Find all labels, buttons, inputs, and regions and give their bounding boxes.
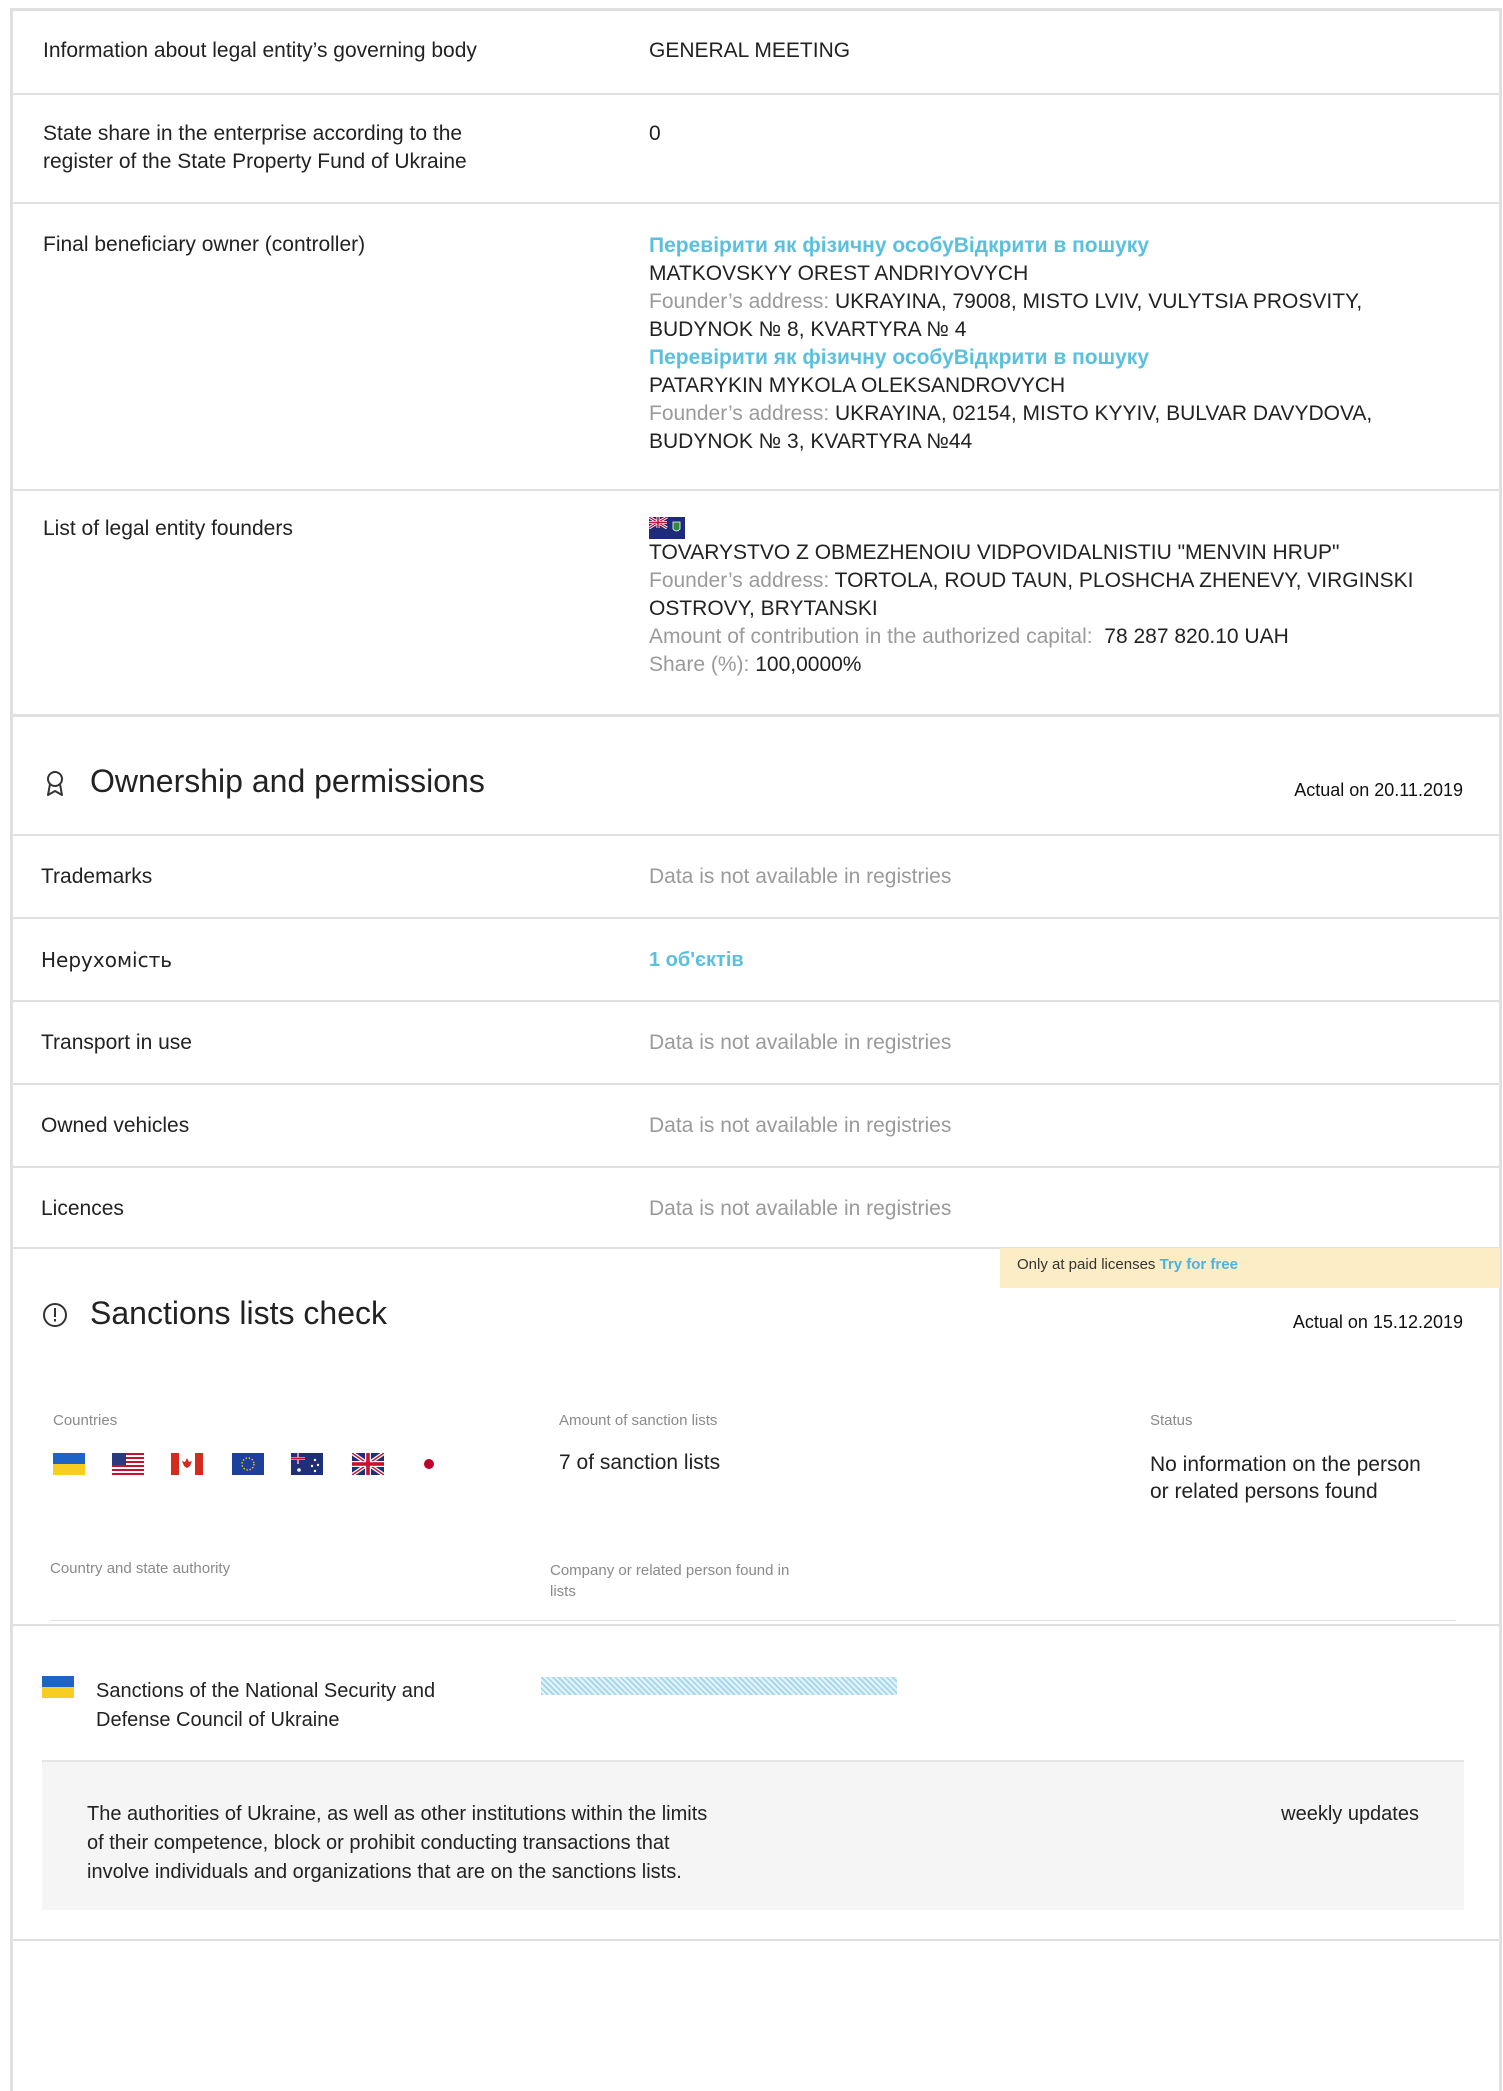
- address-line2: OSTROVY, BRYTANSKI: [649, 597, 878, 620]
- owner-name: MATKOVSKYY OREST ANDRIYOVYCH: [649, 262, 1029, 285]
- founder-address: Founder’s address: TORTOLA, ROUD TAUN, P…: [649, 567, 1469, 595]
- state-share-label-line1: State share in the enterprise according …: [43, 122, 463, 145]
- owner-address: Founder’s address: UKRAYINA, 79008, MIST…: [649, 288, 1469, 316]
- founder-name: TOVARYSTVO Z OBMEZHENOIU VIDPOVIDALNISTI…: [649, 541, 1340, 564]
- transport-in-use-label: Transport in use: [41, 1031, 192, 1054]
- licences-label: Licences: [41, 1197, 124, 1220]
- status-line1: No information on the person: [1150, 1453, 1421, 1476]
- description-line2: of their competence, block or prohibit c…: [87, 1832, 670, 1854]
- state-share-label: State share in the enterprise according …: [43, 120, 467, 176]
- share-label: Share (%):: [649, 653, 750, 676]
- usa-flag-icon: [112, 1453, 144, 1475]
- address-line2: BUDYNOK № 8, KVARTYRA № 4: [649, 318, 967, 341]
- licences-row: Licences Data is not available in regist…: [10, 1166, 1502, 1249]
- ownership-title: Ownership and permissions: [90, 763, 485, 799]
- beneficiary-label: Final beneficiary owner (controller): [43, 233, 366, 256]
- state-share-label-line2: register of the State Property Fund of U…: [43, 150, 467, 173]
- address-line2: BUDYNOK № 3, KVARTYRA №44: [649, 430, 973, 453]
- description-line3: involve individuals and organizations th…: [87, 1861, 682, 1883]
- address-label: Founder’s address:: [649, 290, 830, 313]
- transport-in-use-row: Transport in use Data is not available i…: [10, 1000, 1502, 1083]
- founders-row: List of legal entity founders TOVARYSTVO…: [10, 491, 1502, 717]
- paid-license-banner: Only at paid licenses Try for free: [1000, 1248, 1500, 1288]
- found-header-line1: Company or related person found in: [550, 1562, 790, 1579]
- sanctions-actual-date: Actual on 15.12.2019: [1292, 1312, 1463, 1332]
- real-estate-label: Нерухомість: [41, 948, 173, 972]
- blurred-result-placeholder: [541, 1677, 897, 1695]
- licences-value: Data is not available in registries: [649, 1197, 952, 1220]
- canada-flag-icon: [171, 1453, 203, 1475]
- update-frequency: weekly updates: [1281, 1803, 1419, 1825]
- governing-body-value: GENERAL MEETING: [649, 39, 851, 62]
- trademarks-label: Trademarks: [41, 865, 153, 888]
- address-label: Founder’s address:: [649, 569, 830, 592]
- trademarks-value: Data is not available in registries: [649, 865, 952, 888]
- table-divider: [10, 1624, 1502, 1626]
- ownership-actual-date: Actual on 20.11.2019: [1294, 780, 1463, 800]
- sanctions-status: No information on the person or related …: [1150, 1451, 1421, 1505]
- check-person-link[interactable]: Перевірити як фізичну особуВідкрити в по…: [649, 232, 1469, 260]
- owned-vehicles-value: Data is not available in registries: [649, 1114, 952, 1137]
- countries-header: Countries: [53, 1412, 118, 1429]
- contribution-label: Amount of contribution in the authorized…: [649, 625, 1093, 648]
- contribution: Amount of contribution in the authorized…: [649, 623, 1469, 651]
- paid-license-text: Only at paid licenses: [1017, 1256, 1156, 1273]
- description-line1: The authorities of Ukraine, as well as o…: [87, 1803, 708, 1825]
- real-estate-link[interactable]: 1 об'єктів: [649, 946, 744, 974]
- trademarks-row: Trademarks Data is not available in regi…: [10, 834, 1502, 917]
- award-icon: [47, 771, 63, 796]
- japan-flag-icon: [413, 1453, 445, 1475]
- address-line1: TORTOLA, ROUD TAUN, PLOSHCHA ZHENEVY, VI…: [834, 569, 1414, 592]
- sanction-lists-count: 7 of sanction lists: [559, 1451, 721, 1474]
- owner-name: PATARYKIN MYKOLA OLEKSANDROVYCH: [649, 374, 1066, 397]
- state-share-row: State share in the enterprise according …: [10, 95, 1502, 204]
- beneficiary-list: Перевірити як фізичну особуВідкрити в по…: [649, 232, 1469, 456]
- sanction-description: The authorities of Ukraine, as well as o…: [87, 1800, 707, 1887]
- ukraine-flag-icon: [42, 1676, 74, 1698]
- founders-label: List of legal entity founders: [43, 517, 293, 540]
- sanction-description-box: The authorities of Ukraine, as well as o…: [42, 1760, 1464, 1910]
- share: Share (%): 100,0000%: [649, 651, 1469, 679]
- authority-column-header: Country and state authority: [50, 1560, 231, 1577]
- state-share-value: 0: [649, 122, 661, 145]
- found-column-header: Company or related person found in lists: [550, 1560, 789, 1602]
- address-line1: UKRAYINA, 79008, MISTO LVIV, VULYTSIA PR…: [835, 290, 1363, 313]
- real-estate-row: Нерухомість 1 об'єктів: [10, 917, 1502, 1000]
- beneficiary-row: Final beneficiary owner (controller) Пер…: [10, 204, 1502, 491]
- sanction-name-line1: Sanctions of the National Security and: [96, 1680, 436, 1702]
- uk-flag-icon: [352, 1453, 384, 1475]
- try-for-free-link[interactable]: Try for free: [1160, 1256, 1238, 1273]
- check-person-link[interactable]: Перевірити як фізичну особуВідкрити в по…: [649, 344, 1469, 372]
- sanction-list-name: Sanctions of the National Security and D…: [96, 1677, 435, 1735]
- ukraine-flag-icon: [53, 1453, 85, 1475]
- owner-address: Founder’s address: UKRAYINA, 02154, MIST…: [649, 400, 1469, 428]
- british-virgin-islands-flag-icon: [649, 517, 685, 539]
- address-line1: UKRAYINA, 02154, MISTO KYYIV, BULVAR DAV…: [835, 402, 1373, 425]
- australia-flag-icon: [291, 1453, 323, 1475]
- status-line2: or related persons found: [1150, 1480, 1378, 1503]
- transport-in-use-value: Data is not available in registries: [649, 1031, 952, 1054]
- amount-header: Amount of sanction lists: [559, 1412, 718, 1429]
- sanctions-title: Sanctions lists check: [90, 1295, 388, 1331]
- status-header: Status: [1150, 1412, 1193, 1429]
- contribution-value: 78 287 820.10 UAH: [1104, 625, 1289, 648]
- owned-vehicles-label: Owned vehicles: [41, 1114, 190, 1137]
- founder-details: TOVARYSTVO Z OBMEZHENOIU VIDPOVIDALNISTI…: [649, 517, 1469, 679]
- alert-circle-icon: [43, 1303, 67, 1327]
- company-profile-page: Information about legal entity’s governi…: [0, 0, 1503, 2091]
- sanction-name-line2: Defense Council of Ukraine: [96, 1709, 340, 1731]
- eu-flag-icon: [232, 1453, 264, 1475]
- share-value: 100,0000%: [755, 653, 862, 676]
- owned-vehicles-row: Owned vehicles Data is not available in …: [10, 1083, 1502, 1166]
- table-header-divider: [50, 1620, 1456, 1621]
- section-bottom-divider: [10, 1939, 1502, 1941]
- address-label: Founder’s address:: [649, 402, 830, 425]
- governing-body-label: Information about legal entity’s governi…: [43, 39, 477, 62]
- found-header-line2: lists: [550, 1583, 576, 1600]
- governing-body-row: Information about legal entity’s governi…: [10, 8, 1502, 95]
